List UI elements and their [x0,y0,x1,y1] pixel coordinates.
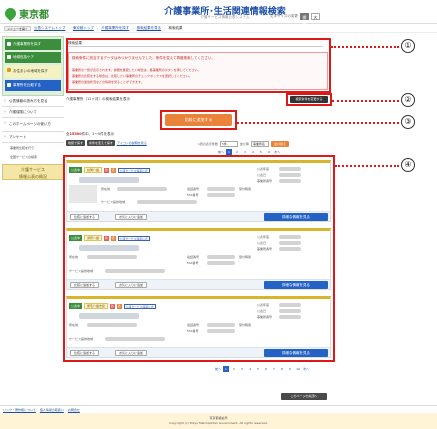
sort-go-button[interactable]: 並び替え [270,141,289,147]
breadcrumb-separator: › [68,26,70,31]
sort-label: 並び順 [239,142,249,146]
ginkgo-logo-icon [2,5,19,22]
callout-marker-3: ③ [401,115,415,129]
page-number[interactable]: 9 [287,366,293,372]
sidebar-item-area[interactable]: お住まいの地域を探す [5,65,61,78]
breadcrumb-current: 検索結果 [168,26,183,30]
view-controls: 1頁の表示件数 5件 並び順 事業所名 並び替え [198,141,289,147]
page-number[interactable]: 6 [263,366,269,372]
font-size-large-button[interactable]: 大 [310,13,320,20]
page-number[interactable]: 5 [255,366,261,372]
sidebar-sub-compare[interactable]: 事業所比較を行う [2,143,64,152]
page-number[interactable]: 3 [239,366,245,372]
result-count: 全15500件中、1～5件を表示 [66,132,115,136]
page-number[interactable]: 2 [231,366,237,372]
banner-line: 介護サービス [21,167,45,172]
highlight-box-3 [160,110,237,130]
page-number[interactable]: 10 [295,366,301,372]
page-number-current[interactable]: 1 [223,366,230,372]
breadcrumb-separator: › [132,26,134,31]
result-actions: 地図で探す 条件を変えて探す アイコンの説明を見る [66,140,147,146]
site-footer: 東京都福祉局 Copyright (c) Tokyo Metropolitan … [0,413,437,429]
change-search-button[interactable]: 条件を変えて探す [87,140,115,146]
sidebar-sub-national[interactable]: 全国サービスの検索 [2,152,64,161]
icon-help-link[interactable]: アイコンの説明を見る [117,141,147,145]
logo-text: 東京都 [19,10,49,21]
next-page-link[interactable]: 次へ [303,367,309,371]
highlight-box-4 [63,155,335,362]
breadcrumb-item[interactable]: 介護事業所を探す [101,26,129,31]
sidebar-item-compare[interactable]: 事業所を比較する [5,80,61,91]
callout-marker-2: ② [401,93,415,107]
sidebar-link-reading[interactable]: 公表情報の読み方を見る [2,96,64,107]
breadcrumb-separator: › [164,26,166,31]
callout-leader [332,100,399,102]
breadcrumb-item[interactable]: 東京都トップ [73,26,94,31]
sidebar-item-community[interactable]: 地域包括ケア [5,52,61,63]
callout-marker-4: ④ [401,158,415,172]
breadcrumb-separator: › [96,26,99,31]
overview-banner[interactable]: 介護サービス 情報公表の概況 [2,164,64,180]
banner-line: 情報公表の概況 [19,174,47,179]
menu-button[interactable]: メニューを開く [4,26,32,31]
site-header: 東京都 介護事業所･生活関連情報検索 介護サービス情報公表システム 文字サイズの… [0,0,437,27]
breadcrumb-item[interactable]: 検索結果を見る [137,26,162,31]
next-page-link[interactable]: 次へ [274,150,280,154]
callout-leader [335,165,399,167]
page-number[interactable]: 8 [279,366,285,372]
footer-links: リンク・著作権について 個人情報の取扱い お問合せ [0,405,437,413]
breadcrumb: メニューを開く 公表システムトップ › 東京都トップ › 介護事業所を探す › … [0,25,437,33]
footer-org: 東京都福祉局 [209,416,228,420]
callout-leader [237,122,399,124]
font-size-controls: 文字サイズの変更 標準 大 [270,13,320,27]
footer-link[interactable]: 個人情報の取扱い [40,408,64,412]
back-to-top-button[interactable]: このページの先頭へ [281,393,327,400]
highlight-box-2 [286,93,332,106]
tokyo-logo[interactable]: 東京都 [2,5,49,22]
search-condition-text: 介護事業所（12ヶ月）の検索結果を表示 [66,97,130,101]
per-page-label: 1頁の表示件数 [198,142,218,146]
callout-marker-1: ① [401,39,415,53]
sidebar-menu: 介護事業所を探す 地域包括ケア お住まいの地域を探す 事業所を比較する [2,36,64,96]
sidebar-link-howto[interactable]: このホームページの使い方 [2,118,64,132]
pagination-bottom: 前へ 1 2 3 4 5 6 7 8 9 10 次へ [215,366,309,372]
highlight-box-1 [66,38,331,93]
sidebar-link-survey[interactable]: アンケート [2,132,64,143]
result-total: 15500 [69,132,82,136]
prev-page-link[interactable]: 前へ [218,150,224,154]
map-search-button[interactable]: 地図で探す [66,140,86,146]
page-number[interactable]: 7 [271,366,277,372]
page-number[interactable]: 4 [247,366,253,372]
footer-link[interactable]: リンク・著作権について [3,408,36,412]
footer-copyright: Copyright (c) Tokyo Metropolitan Governm… [169,421,268,425]
sidebar-link-insurance[interactable]: 介護保険について [2,107,64,118]
sidebar-item-search[interactable]: 介護事業所を探す [5,39,61,50]
footer-link[interactable]: お問合せ [68,408,80,412]
prev-page-link[interactable]: 前へ [215,367,221,371]
font-size-standard-button[interactable]: 標準 [299,13,309,27]
callout-leader [331,46,399,48]
per-page-select[interactable]: 5件 [219,141,238,147]
sidebar: 介護事業所を探す 地域包括ケア お住まいの地域を探す 事業所を比較する 公表情報… [2,36,64,180]
breadcrumb-item[interactable]: 公表システムトップ [34,26,65,31]
sort-select[interactable]: 事業所名 [250,141,269,147]
font-size-label: 文字サイズの変更 [270,14,298,18]
